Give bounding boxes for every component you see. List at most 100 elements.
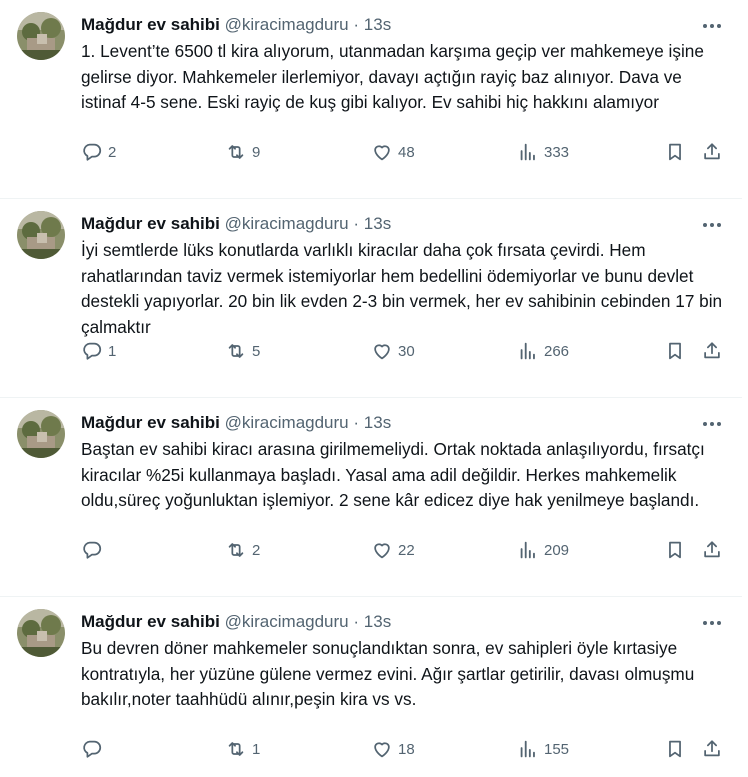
- tweet-actions: 1 18 155: [81, 737, 731, 761]
- separator: ·: [353, 413, 360, 432]
- views-button[interactable]: 155: [517, 737, 569, 761]
- views-icon: [520, 143, 535, 161]
- share-button[interactable]: [701, 538, 723, 562]
- share-button[interactable]: [701, 339, 723, 363]
- views-count: 209: [544, 541, 570, 559]
- avatar[interactable]: [17, 12, 65, 60]
- heart-icon: [374, 344, 390, 360]
- tweet-header: Mağdur ev sahibi @kiracimagduru · 13s: [81, 213, 391, 235]
- retweet-count: 2: [252, 541, 261, 559]
- share-icon: [704, 342, 720, 359]
- separator: ·: [353, 612, 360, 631]
- share-button[interactable]: [701, 140, 723, 164]
- more-icon[interactable]: [700, 412, 724, 436]
- avatar[interactable]: [17, 410, 65, 458]
- bookmark-button[interactable]: [664, 339, 686, 363]
- author-name[interactable]: Mağdur ev sahibi: [81, 214, 220, 233]
- reply-button[interactable]: [81, 538, 108, 562]
- retweet-button[interactable]: 5: [225, 339, 260, 363]
- author-handle[interactable]: @kiracimagduru: [225, 413, 349, 432]
- retweet-button[interactable]: 1: [225, 737, 260, 761]
- avatar[interactable]: [17, 609, 65, 657]
- author-name[interactable]: Mağdur ev sahibi: [81, 413, 220, 432]
- author-name[interactable]: Mağdur ev sahibi: [81, 612, 220, 631]
- tweet[interactable]: Mağdur ev sahibi @kiracimagduru · 13s Bu…: [0, 597, 742, 777]
- heart-icon: [374, 145, 390, 161]
- bookmark-icon: [669, 740, 681, 758]
- bookmark-icon: [669, 541, 681, 559]
- tweet-text: İyi semtlerde lüks konutlarda varlıklı k…: [81, 240, 723, 337]
- tweet[interactable]: Mağdur ev sahibi @kiracimagduru · 13s 1.…: [0, 0, 742, 199]
- retweet-count: 9: [252, 143, 261, 161]
- reply-icon: [83, 541, 102, 559]
- reply-icon: [83, 342, 102, 360]
- more-icon[interactable]: [700, 14, 724, 38]
- more-icon[interactable]: [700, 213, 724, 237]
- timestamp[interactable]: 13s: [364, 214, 391, 233]
- like-count: 48: [398, 143, 415, 161]
- tweet-header: Mağdur ev sahibi @kiracimagduru · 13s: [81, 412, 391, 434]
- reply-button[interactable]: 2: [81, 140, 116, 164]
- tweet-text: Baştan ev sahibi kiracı arasına girilmem…: [81, 439, 705, 510]
- views-count: 333: [544, 143, 570, 161]
- bookmark-button[interactable]: [664, 737, 686, 761]
- share-icon: [704, 541, 720, 558]
- bookmark-icon: [669, 143, 681, 161]
- tweet[interactable]: Mağdur ev sahibi @kiracimagduru · 13s Ba…: [0, 398, 742, 597]
- tweet-text: 1. Levent’te 6500 tl kira alıyorum, utan…: [81, 41, 704, 112]
- separator: ·: [353, 214, 360, 233]
- like-count: 22: [398, 541, 415, 559]
- views-icon: [520, 541, 535, 559]
- author-name[interactable]: Mağdur ev sahibi: [81, 15, 220, 34]
- like-count: 18: [398, 740, 415, 758]
- views-button[interactable]: 333: [517, 140, 569, 164]
- retweet-count: 1: [252, 740, 261, 758]
- tweet-actions: 1 5 30 266: [81, 339, 731, 363]
- bookmark-button[interactable]: [664, 140, 686, 164]
- separator: ·: [353, 15, 360, 34]
- author-handle[interactable]: @kiracimagduru: [225, 15, 349, 34]
- timestamp[interactable]: 13s: [364, 612, 391, 631]
- reply-button[interactable]: [81, 737, 108, 761]
- like-button[interactable]: 48: [371, 140, 415, 164]
- tweet-header: Mağdur ev sahibi @kiracimagduru · 13s: [81, 14, 391, 36]
- reply-count: 2: [108, 143, 117, 161]
- heart-icon: [374, 543, 390, 559]
- reply-icon: [83, 143, 102, 161]
- retweet-count: 5: [252, 342, 261, 360]
- retweet-button[interactable]: 9: [225, 140, 260, 164]
- reply-count: 1: [108, 342, 117, 360]
- like-count: 30: [398, 342, 415, 360]
- views-count: 266: [544, 342, 570, 360]
- more-icon[interactable]: [700, 611, 724, 635]
- share-icon: [704, 740, 720, 757]
- tweet-actions: 2 9 48 333: [81, 140, 731, 164]
- tweet-actions: 2 22 209: [81, 538, 731, 562]
- reply-button[interactable]: 1: [81, 339, 116, 363]
- share-button[interactable]: [701, 737, 723, 761]
- tweet-text: Bu devren döner mahkemeler sonuçlandıkta…: [81, 638, 695, 709]
- views-icon: [520, 740, 535, 758]
- views-icon: [520, 342, 535, 360]
- share-icon: [704, 143, 720, 160]
- retweet-icon: [228, 543, 244, 557]
- tweet[interactable]: Mağdur ev sahibi @kiracimagduru · 13s İy…: [0, 199, 742, 398]
- timestamp[interactable]: 13s: [364, 413, 391, 432]
- views-button[interactable]: 209: [517, 538, 569, 562]
- retweet-icon: [228, 742, 244, 756]
- bookmark-button[interactable]: [664, 538, 686, 562]
- views-button[interactable]: 266: [517, 339, 569, 363]
- retweet-button[interactable]: 2: [225, 538, 260, 562]
- reply-icon: [83, 740, 102, 758]
- like-button[interactable]: 22: [371, 538, 415, 562]
- retweet-icon: [228, 145, 244, 159]
- retweet-icon: [228, 344, 244, 358]
- like-button[interactable]: 18: [371, 737, 415, 761]
- avatar[interactable]: [17, 211, 65, 259]
- author-handle[interactable]: @kiracimagduru: [225, 612, 349, 631]
- views-count: 155: [544, 740, 570, 758]
- bookmark-icon: [669, 342, 681, 360]
- like-button[interactable]: 30: [371, 339, 415, 363]
- author-handle[interactable]: @kiracimagduru: [225, 214, 349, 233]
- timestamp[interactable]: 13s: [364, 15, 391, 34]
